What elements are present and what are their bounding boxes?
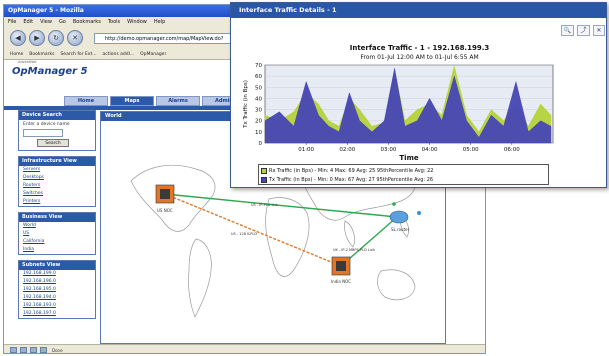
status-icon [10,347,17,353]
menu-edit[interactable]: Edit [23,17,33,27]
main-tabs: Home Maps Alarms Admin [64,96,246,106]
y-tick-label: 40 [255,96,262,102]
reload-icon[interactable]: ↻ [48,30,64,46]
link-label: US - IP-PLD link [251,203,279,207]
sidebar-item-subnet[interactable]: 192.168.199.0 [19,270,95,278]
legend-tx-label: Tx Traffic (in Bps) - Min: 0 Max: 67 Avg… [269,177,434,183]
infrastructure-panel: Infrastructure View Servers Desktops Rou… [18,156,96,207]
us-noc-label: US NOC [157,208,173,213]
device-search-input[interactable] [23,129,63,137]
menu-view[interactable]: View [40,17,52,27]
y-tick-label: 60 [255,74,262,80]
traffic-chart: 0 10 20 30 40 50 60 70 01:00 02:00 03:00 04:00 05:00… [243,63,554,162]
y-tick-label: 0 [259,141,263,147]
x-tick-label: 02:00 [339,147,355,153]
sidebar-item-switches[interactable]: Switches [19,190,95,198]
menu-window[interactable]: Window [127,17,147,27]
sidebar: Device Search Enter a device name Search… [18,110,96,344]
link-label: UK - IP-2 MBPS-PLD Link [333,248,376,252]
x-tick-label: 06:00 [504,147,520,153]
interface-traffic-popup: Interface Traffic Details - 1 🔍 ⤴ ✕ Inte… [230,2,607,188]
sidebar-item-california[interactable]: California [19,238,95,246]
y-axis-label: Tx Traffic (in Bps) [243,80,249,129]
menu-tools[interactable]: Tools [108,17,120,27]
sidebar-item-subnet[interactable]: 192.168.194.0 [19,294,95,302]
menu-file[interactable]: File [8,17,16,27]
x-tick-label: 04:00 [422,147,438,153]
sidebar-item-us[interactable]: US [19,230,95,238]
y-tick-label: 30 [255,108,262,114]
sidebar-item-india[interactable]: India [19,246,95,254]
status-bar: Done [4,344,485,353]
business-panel: Business View World US California India [18,212,96,255]
legend-rx-label: Rx Traffic (in Bps) - Min: 4 Max: 69 Avg… [269,168,434,174]
x-tick-label: 05:00 [463,147,479,153]
legend-rx-swatch [261,168,267,174]
x-tick-label: 03:00 [380,147,396,153]
y-tick-label: 50 [255,85,262,91]
bookmark-opmanager[interactable]: OpManager [140,49,166,59]
menu-go[interactable]: Go [59,17,66,27]
subnets-panel: Subnets View 192.168.199.0 192.168.196.0… [18,260,96,319]
link-label: US - 128 K-PLD [231,232,257,236]
status-icon [30,347,37,353]
status-icon [20,347,27,353]
x-tick-label: 01:00 [298,147,314,153]
search-button[interactable]: Search [37,139,69,147]
x-axis-label: Time [399,154,418,162]
infrastructure-title: Infrastructure View [19,157,95,166]
tab-home[interactable]: Home [64,96,108,106]
india-noc-node[interactable] [331,256,351,276]
bookmark-search[interactable]: Search for Ext... [60,49,96,59]
y-tick-label: 70 [255,63,262,69]
legend-tx-swatch [261,177,267,183]
sidebar-item-subnet[interactable]: 192.168.196.0 [19,278,95,286]
india-noc-label: India NOC [331,279,351,284]
router-node[interactable] [389,202,421,224]
status-icon [40,347,47,353]
tab-maps[interactable]: Maps [110,96,154,106]
sidebar-item-servers[interactable]: Servers [19,166,95,174]
bookmark-home[interactable]: Home [10,49,23,59]
us-noc-node[interactable] [155,184,175,204]
device-search-title: Device Search [19,111,95,120]
sidebar-item-printers[interactable]: Printers [19,198,95,206]
menu-help[interactable]: Help [154,17,165,27]
sidebar-item-world[interactable]: World [19,222,95,230]
sidebar-item-subnet[interactable]: 192.168.193.0 [19,302,95,310]
sidebar-item-desktops[interactable]: Desktops [19,174,95,182]
device-search-label: Enter a device name [23,122,70,127]
menu-bookmarks[interactable]: Bookmarks [73,17,101,27]
back-icon[interactable]: ◀ [10,30,26,46]
sidebar-item-subnet[interactable]: 192.168.197.0 [19,310,95,318]
subnets-title: Subnets View [19,261,95,270]
legend-tx: Tx Traffic (in Bps) - Min: 0 Max: 67 Avg… [261,177,433,183]
opmanager-logo: OpManager 5 [12,66,88,77]
router-label: SL.router [391,227,410,232]
tab-alarms[interactable]: Alarms [156,96,200,106]
device-search-panel: Device Search Enter a device name Search [18,110,96,151]
sidebar-item-routers[interactable]: Routers [19,182,95,190]
bookmark-bookmarks[interactable]: Bookmarks [29,49,54,59]
y-tick-label: 10 [255,130,262,136]
business-title: Business View [19,213,95,222]
y-tick-label: 20 [255,119,262,125]
bookmark-actions[interactable]: actions addl... [103,49,135,59]
logo-sub: AdventNet [18,60,37,64]
legend-rx: Rx Traffic (in Bps) - Min: 4 Max: 69 Avg… [261,168,434,174]
forward-icon[interactable]: ▶ [29,30,45,46]
status-text: Done [52,347,63,353]
stop-icon[interactable]: ✕ [67,30,83,46]
sidebar-item-subnet[interactable]: 192.168.195.0 [19,286,95,294]
